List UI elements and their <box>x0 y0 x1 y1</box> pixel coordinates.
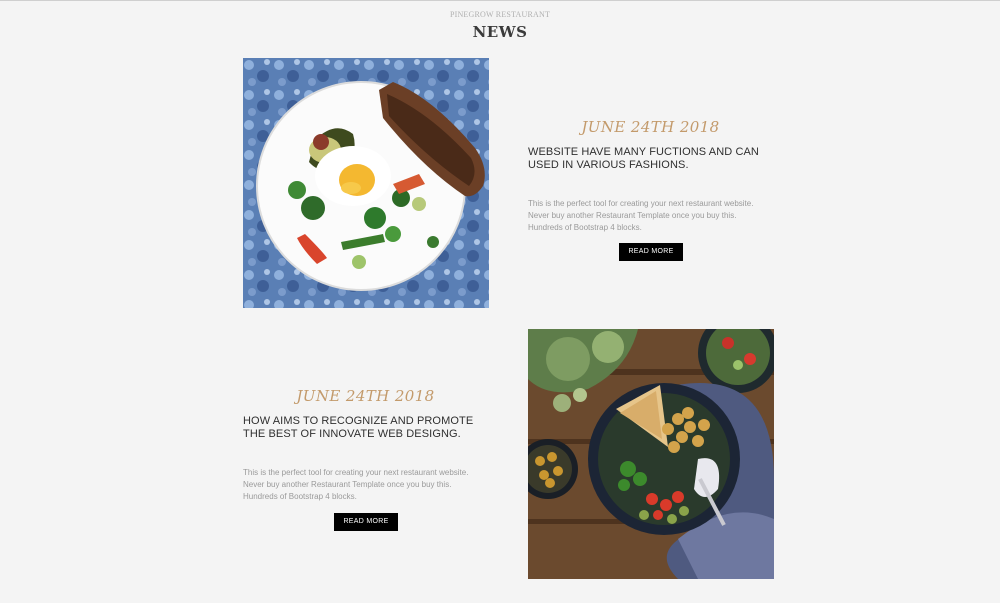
article-1-headline: WEBSITE HAVE MANY FUCTIONS AND CAN USED … <box>528 146 759 171</box>
article-2-text: June 24th 2018 HOW AIMS TO RECOGNIZE AND… <box>243 387 488 503</box>
poached-egg-plate-illustration <box>243 58 489 308</box>
article-2-body: This is the perfect tool for creating yo… <box>243 468 469 501</box>
article-1-text: June 24th 2018 WEBSITE HAVE MANY FUCTION… <box>528 118 773 234</box>
salad-bowl-illustration <box>528 329 774 579</box>
article-2-read-more-button[interactable]: READ MORE <box>334 513 398 531</box>
section-title: NEWS <box>472 23 528 41</box>
article-2-date: June 24th 2018 <box>296 387 435 405</box>
article-2-headline: HOW AIMS TO RECOGNIZE AND PROMOTE THE BE… <box>243 415 474 440</box>
article-2-food-image[interactable] <box>528 329 774 579</box>
article-1-body: This is the perfect tool for creating yo… <box>528 199 754 232</box>
article-1-food-image[interactable] <box>243 58 489 308</box>
article-1-read-more-button[interactable]: READ MORE <box>619 243 683 261</box>
article-1-date: June 24th 2018 <box>581 118 720 136</box>
news-header: PINEGROW RESTAURANT NEWS <box>0 10 1000 41</box>
section-kicker: PINEGROW RESTAURANT <box>449 10 551 19</box>
